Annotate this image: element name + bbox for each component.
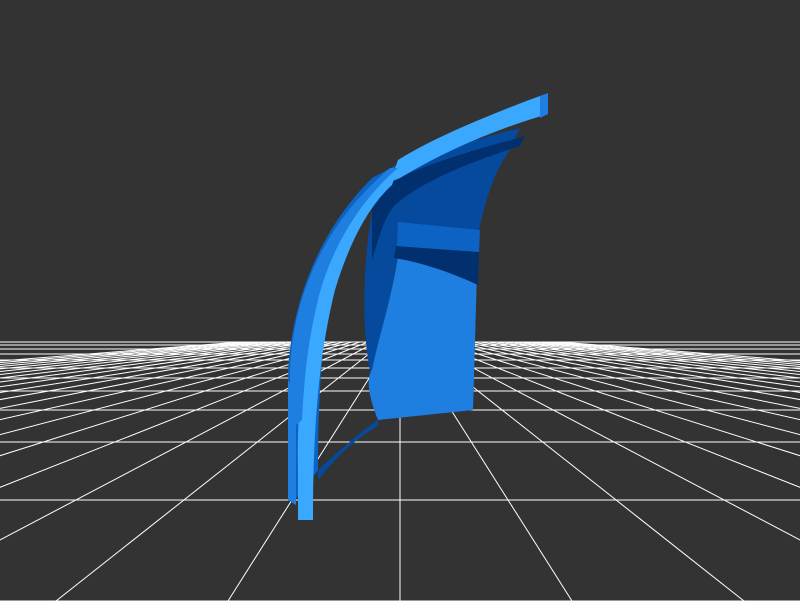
grid-line-depth [0,341,337,409]
grid-line-depth [439,341,800,457]
grid-line-depth [495,341,800,383]
grid-line-depth [0,341,249,364]
grid-line-depth [431,341,800,488]
model-top-lip-side [540,93,548,118]
grid-line-depth [0,341,329,401]
grid-line-depth [0,341,305,383]
3d-model-curved-shell[interactable] [288,93,548,520]
grid-line-depth [455,341,800,421]
3d-scene-canvas[interactable] [0,0,800,601]
model-lower-fin [288,380,296,505]
grid-line-depth [487,341,800,388]
grid-line-depth [471,341,800,401]
grid-line-depth [463,341,800,409]
grid-line-depth [479,341,800,394]
grid-line-depth [423,341,800,541]
grid-line-depth [551,341,800,364]
model-inner-bottom-edge [318,420,378,480]
3d-viewport[interactable] [0,0,800,601]
grid-line-depth [0,341,321,394]
grid-line-depth [0,341,313,388]
grid-line-depth [447,341,800,436]
